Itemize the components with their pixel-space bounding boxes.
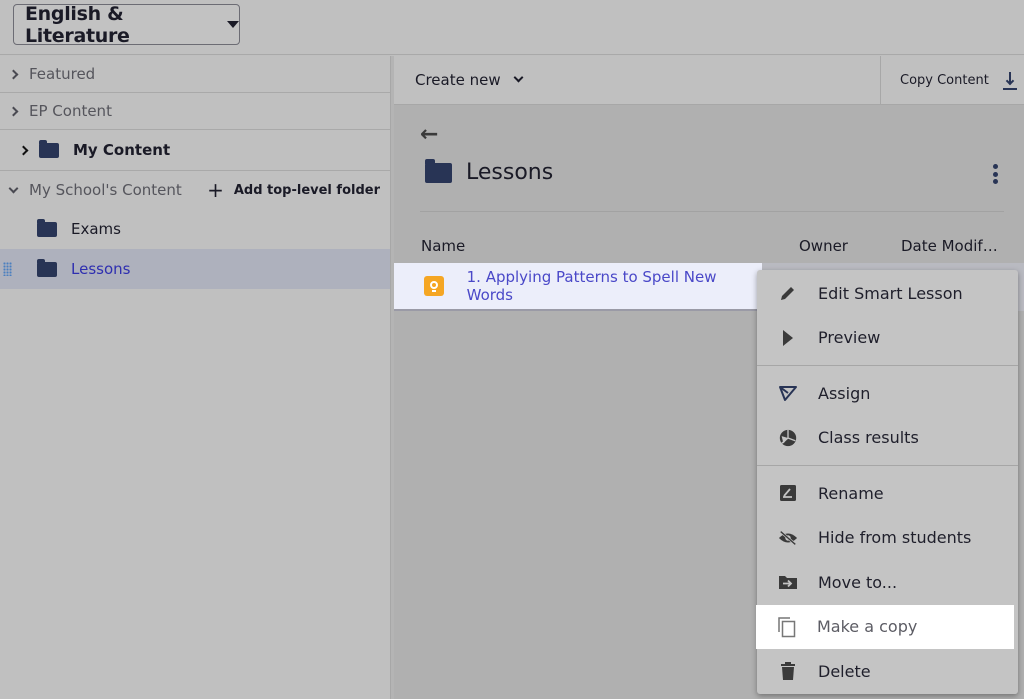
- column-header-name[interactable]: Name: [421, 237, 465, 255]
- sidebar-section-my-content[interactable]: My Content: [0, 130, 390, 171]
- menu-item-hide-from-students[interactable]: Hide from students: [757, 516, 1018, 561]
- tree-item-label: Exams: [71, 220, 121, 238]
- tree-item-exams[interactable]: Exams: [0, 209, 390, 249]
- chevron-right-icon: [18, 145, 29, 155]
- divider: [420, 211, 1004, 212]
- chevron-down-icon: [8, 183, 19, 193]
- send-icon: [778, 383, 798, 403]
- caret-down-icon: [227, 21, 239, 28]
- sidebar-section-label: My School's Content: [29, 181, 182, 199]
- menu-item-label: Make a copy: [817, 617, 918, 637]
- column-header-owner[interactable]: Owner: [799, 237, 848, 255]
- subject-select-label: English & Literature: [25, 2, 130, 47]
- sidebar-section-ep-content[interactable]: EP Content: [0, 93, 390, 130]
- folder-icon: [37, 218, 57, 237]
- menu-item-delete[interactable]: Delete: [757, 649, 1018, 694]
- menu-item-label: Edit Smart Lesson: [818, 283, 963, 303]
- pie-chart-icon: [778, 428, 798, 448]
- menu-item-label: Rename: [818, 483, 884, 503]
- trash-icon: [778, 661, 798, 681]
- menu-item-class-results[interactable]: Class results: [757, 416, 1018, 461]
- plus-icon: +: [207, 178, 224, 202]
- add-folder-label: Add top-level folder: [233, 182, 380, 198]
- menu-item-assign[interactable]: Assign: [757, 371, 1018, 416]
- folder-icon: [37, 258, 57, 277]
- sidebar-section-label: My Content: [73, 141, 171, 159]
- toolbar: Create new Copy Content: [394, 56, 1024, 105]
- copy-icon: [777, 617, 797, 637]
- folder-move-icon: [778, 572, 798, 592]
- smart-lesson-icon: [424, 276, 444, 296]
- column-header-date-modified[interactable]: Date Modif…: [901, 237, 998, 255]
- rename-icon: [778, 483, 798, 503]
- menu-item-label: Move to...: [818, 572, 898, 592]
- tree-item-lessons[interactable]: Lessons: [0, 249, 390, 289]
- sidebar-section-label: Featured: [29, 65, 96, 83]
- tree-item-label: Lessons: [71, 260, 131, 278]
- menu-item-label: Class results: [818, 428, 919, 448]
- copy-content-button[interactable]: Copy Content: [880, 56, 1024, 105]
- more-options-icon[interactable]: [991, 164, 999, 184]
- create-new-label: Create new: [415, 71, 501, 89]
- copy-content-label: Copy Content: [900, 73, 989, 88]
- menu-divider: [757, 365, 1018, 366]
- menu-item-label: Hide from students: [818, 528, 972, 548]
- page-title: Lessons: [425, 158, 554, 185]
- top-bar: English & Literature: [0, 0, 1024, 55]
- sidebar-section-my-schools-content[interactable]: My School's Content + Add top-level fold…: [0, 171, 390, 209]
- download-icon: [1002, 71, 1017, 90]
- drag-handle-icon[interactable]: [3, 262, 12, 276]
- menu-item-label: Assign: [818, 383, 871, 403]
- menu-item-preview[interactable]: Preview: [757, 316, 1018, 361]
- menu-item-move-to[interactable]: Move to...: [757, 560, 1018, 605]
- eye-off-icon: [778, 528, 798, 548]
- chevron-right-icon: [8, 106, 19, 116]
- play-icon: [778, 328, 798, 348]
- chevron-right-icon: [8, 69, 19, 79]
- chevron-down-icon: [513, 72, 524, 83]
- folder-title-label: Lessons: [466, 160, 554, 185]
- menu-item-make-a-copy[interactable]: Make a copy: [756, 604, 1014, 649]
- add-top-level-folder-button[interactable]: + Add top-level folder: [207, 171, 380, 209]
- back-arrow-icon[interactable]: ←: [420, 124, 438, 146]
- menu-item-edit-smart-lesson[interactable]: Edit Smart Lesson: [757, 271, 1018, 316]
- subject-select[interactable]: English & Literature: [13, 2, 240, 47]
- lesson-title-link[interactable]: 1. Applying Patterns to Spell New Words: [467, 268, 762, 304]
- menu-item-rename[interactable]: Rename: [757, 471, 1018, 516]
- context-menu: Edit Smart Lesson Preview Assign Class r…: [756, 270, 1018, 694]
- pencil-icon: [778, 283, 798, 303]
- menu-item-label: Preview: [818, 328, 881, 348]
- folder-icon: [425, 158, 452, 183]
- folder-icon: [39, 139, 59, 158]
- sidebar-section-label: EP Content: [29, 102, 112, 120]
- menu-divider: [757, 465, 1018, 466]
- sidebar-section-featured[interactable]: Featured: [0, 56, 390, 93]
- menu-item-label: Delete: [818, 661, 871, 681]
- create-new-button[interactable]: Create new: [415, 71, 524, 89]
- sidebar: Featured EP Content My Content My School…: [0, 56, 390, 699]
- table-row[interactable]: 1. Applying Patterns to Spell New Words: [394, 263, 762, 311]
